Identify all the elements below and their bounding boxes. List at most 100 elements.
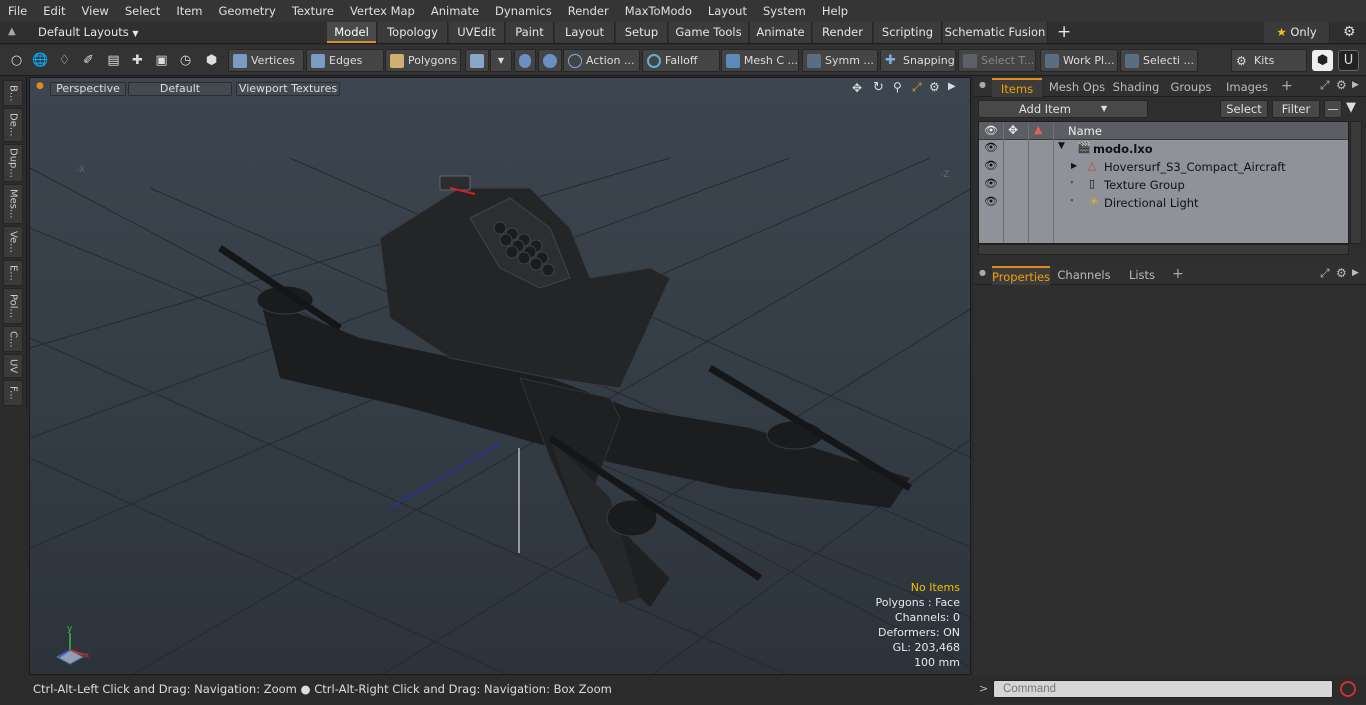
collapse-icon[interactable]: — <box>1324 100 1342 118</box>
item-mode-button[interactable] <box>465 49 489 72</box>
chevron-right-icon[interactable]: ▶ <box>1352 80 1359 90</box>
tab-vertex[interactable]: Ve... <box>3 226 23 258</box>
add-tab-icon[interactable]: + <box>1172 266 1184 282</box>
menu-file[interactable]: File <box>0 0 35 22</box>
item-type-icon[interactable]: ▲ <box>1034 123 1042 136</box>
command-input[interactable] <box>993 680 1333 698</box>
pen-icon[interactable]: ♢ <box>54 50 75 71</box>
modo-logo-icon[interactable]: ⬢ <box>1312 50 1333 71</box>
tab-channels[interactable]: Channels <box>1054 266 1114 285</box>
tab-polygon[interactable]: Pol... <box>3 288 23 324</box>
only-button[interactable]: ★ Only <box>1264 22 1330 43</box>
edges-button[interactable]: Edges <box>306 49 384 72</box>
zoom-icon[interactable]: ⚲ <box>893 80 902 94</box>
tab-images[interactable]: Images <box>1222 78 1272 97</box>
menu-maxtomodo[interactable]: MaxToModo <box>617 0 700 22</box>
menu-help[interactable]: Help <box>814 0 856 22</box>
menu-vertex-map[interactable]: Vertex Map <box>342 0 423 22</box>
gear-icon[interactable]: ⚙ <box>1343 24 1356 40</box>
items-scrollbar[interactable] <box>1350 121 1362 244</box>
menu-dynamics[interactable]: Dynamics <box>487 0 560 22</box>
tab-schematic-fusion[interactable]: Schematic Fusion <box>943 22 1048 43</box>
unreal-icon[interactable]: U <box>1338 50 1359 71</box>
menu-view[interactable]: View <box>74 0 117 22</box>
tab-mesh-edit[interactable]: Mes... <box>3 184 23 224</box>
select-through-button[interactable]: Select T... <box>958 49 1036 72</box>
symmetry-button[interactable]: Symm ... <box>802 49 878 72</box>
item-row-hoversurf[interactable]: 👁 ▶ △ Hoversurf_S3_Compact_Aircraft <box>979 158 1348 176</box>
filter-button[interactable]: Filter <box>1272 100 1320 118</box>
work-plane-button[interactable]: Work Pl... <box>1040 49 1118 72</box>
frame-icon[interactable]: ▣ <box>151 50 172 71</box>
rotate-icon[interactable]: ↻ <box>873 80 884 95</box>
visibility-eye-icon[interactable]: 👁 <box>984 195 998 208</box>
vertices-button[interactable]: Vertices <box>228 49 304 72</box>
record-icon[interactable] <box>1340 681 1356 697</box>
menu-render[interactable]: Render <box>560 0 617 22</box>
align-icon[interactable]: ▤ <box>103 50 124 71</box>
viewport-menu-dot-icon[interactable]: ● <box>36 81 44 91</box>
solid-shield-icon[interactable]: ⬢ <box>201 50 222 71</box>
tab-mesh-ops[interactable]: Mesh Ops <box>1046 78 1108 97</box>
tab-uv[interactable]: UV <box>3 354 23 378</box>
panel-menu-dot-icon[interactable]: ● <box>979 268 986 277</box>
viewport-textures-button[interactable]: Viewport Textures <box>236 82 340 96</box>
snapping-button[interactable]: ✚ Snapping <box>880 49 956 72</box>
selection-sets-button[interactable]: Selecti ... <box>1120 49 1198 72</box>
tab-scripting[interactable]: Scripting <box>874 22 942 43</box>
menu-layout[interactable]: Layout <box>700 0 755 22</box>
name-column-header[interactable]: Name <box>1068 124 1102 138</box>
expand-icon[interactable]: ⤢ <box>1320 266 1330 281</box>
tab-items[interactable]: Items <box>992 78 1042 97</box>
collapse-triangle-icon[interactable]: ▶ <box>1071 161 1077 170</box>
tab-layout[interactable]: Layout <box>555 22 615 43</box>
menu-texture[interactable]: Texture <box>284 0 342 22</box>
funnel-icon[interactable]: ▼ <box>1346 100 1356 115</box>
visibility-eye-icon[interactable]: 👁 <box>984 124 998 137</box>
chevron-right-icon[interactable]: > <box>979 682 988 695</box>
tab-curve[interactable]: C... <box>3 326 23 352</box>
mesh-constraint-button[interactable]: Mesh C ... <box>721 49 799 72</box>
menu-system[interactable]: System <box>755 0 814 22</box>
item-row-modo-lxo[interactable]: 👁 ▼ 🎬 modo.lxo <box>979 140 1348 158</box>
select-button[interactable]: Select <box>1220 100 1268 118</box>
visibility-eye-icon[interactable]: 👁 <box>984 177 998 190</box>
brush-icon[interactable]: ✐ <box>78 50 99 71</box>
tab-duplicate[interactable]: Dup... <box>3 144 23 182</box>
add-tab-icon[interactable]: + <box>1057 22 1071 42</box>
add-item-button[interactable]: Add Item ▼ <box>978 100 1148 118</box>
circle-select-icon[interactable]: ○ <box>6 50 27 71</box>
menu-animate[interactable]: Animate <box>423 0 487 22</box>
tab-model[interactable]: Model <box>327 22 377 43</box>
tab-basic[interactable]: B... <box>3 80 23 106</box>
menu-edit[interactable]: Edit <box>35 0 73 22</box>
gear-icon[interactable]: ⚙ <box>1336 78 1347 92</box>
menu-geometry[interactable]: Geometry <box>211 0 284 22</box>
falloff-button[interactable]: Falloff <box>642 49 720 72</box>
tab-shading[interactable]: Shading <box>1110 78 1162 97</box>
add-tab-icon[interactable]: + <box>1281 78 1293 94</box>
menu-item[interactable]: Item <box>168 0 210 22</box>
chevron-right-icon[interactable]: ▶ <box>1352 268 1359 278</box>
expand-triangle-icon[interactable]: ▼ <box>1058 141 1065 151</box>
lock-icon[interactable]: ✥ <box>1008 123 1018 137</box>
tab-render[interactable]: Render <box>813 22 873 43</box>
tab-setup[interactable]: Setup <box>616 22 668 43</box>
items-horizontal-scrollbar[interactable] <box>978 244 1349 255</box>
polygons-button[interactable]: Polygons <box>385 49 461 72</box>
center-icon[interactable]: ✚ <box>127 50 148 71</box>
item-row-directional-light[interactable]: 👁 ∙ ☀ Directional Light <box>979 194 1348 212</box>
visibility-eye-icon[interactable]: 👁 <box>984 159 998 172</box>
visibility-eye-icon[interactable]: 👁 <box>984 141 998 154</box>
tab-game-tools[interactable]: Game Tools <box>669 22 749 43</box>
expand-icon[interactable]: ⤢ <box>1320 78 1330 93</box>
3d-viewport[interactable]: -X -Z y x ● Perspective Default Viewport… <box>29 77 971 675</box>
perspective-view-button[interactable]: Perspective <box>50 82 126 96</box>
tab-topology[interactable]: Topology <box>378 22 448 43</box>
tab-uvedit[interactable]: UVEdit <box>449 22 505 43</box>
tab-deform[interactable]: De... <box>3 108 23 142</box>
item-row-texture-group[interactable]: 👁 ∙ ▯ Texture Group <box>979 176 1348 194</box>
pan-icon[interactable]: ✥ <box>852 81 862 95</box>
panel-menu-dot-icon[interactable]: ● <box>979 80 986 89</box>
gear-icon[interactable]: ⚙ <box>929 80 940 94</box>
